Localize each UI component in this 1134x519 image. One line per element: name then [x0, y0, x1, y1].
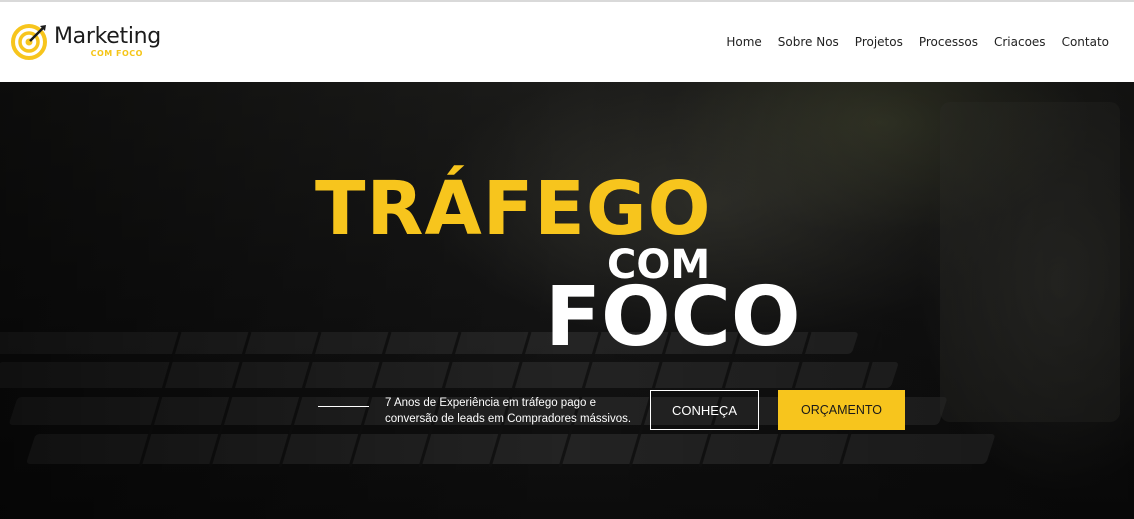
nav-item-home[interactable]: Home	[726, 35, 761, 49]
hero-title-foco: FOCO	[545, 270, 801, 365]
nav-item-processos[interactable]: Processos	[919, 35, 978, 49]
orcamento-button[interactable]: ORÇAMENTO	[778, 390, 905, 430]
nav-item-criacoes[interactable]: Criacoes	[994, 35, 1046, 49]
conheca-button[interactable]: CONHEÇA	[650, 390, 759, 430]
main-nav: Home Sobre Nos Projetos Processos Criaco…	[710, 35, 1109, 49]
hero-description: 7 Anos de Experiência em tráfego pago e …	[385, 397, 632, 425]
logo-name: Marketing	[54, 24, 161, 49]
logo-text: Marketing COM FOCO	[54, 26, 161, 58]
site-header: Marketing COM FOCO Home Sobre Nos Projet…	[0, 2, 1134, 82]
nav-item-sobre-nos[interactable]: Sobre Nos	[778, 35, 839, 49]
hero-section: TRÁFEGO COM FOCO 7 Anos de Experiência e…	[0, 82, 1134, 519]
site-logo[interactable]: Marketing COM FOCO	[10, 23, 161, 61]
nav-item-contato[interactable]: Contato	[1062, 35, 1109, 49]
hero-divider	[318, 406, 369, 407]
target-icon	[11, 24, 47, 60]
nav-item-projetos[interactable]: Projetos	[855, 35, 903, 49]
logo-tagline: COM FOCO	[90, 49, 143, 58]
hero-title-trafego: TRÁFEGO	[315, 166, 712, 252]
